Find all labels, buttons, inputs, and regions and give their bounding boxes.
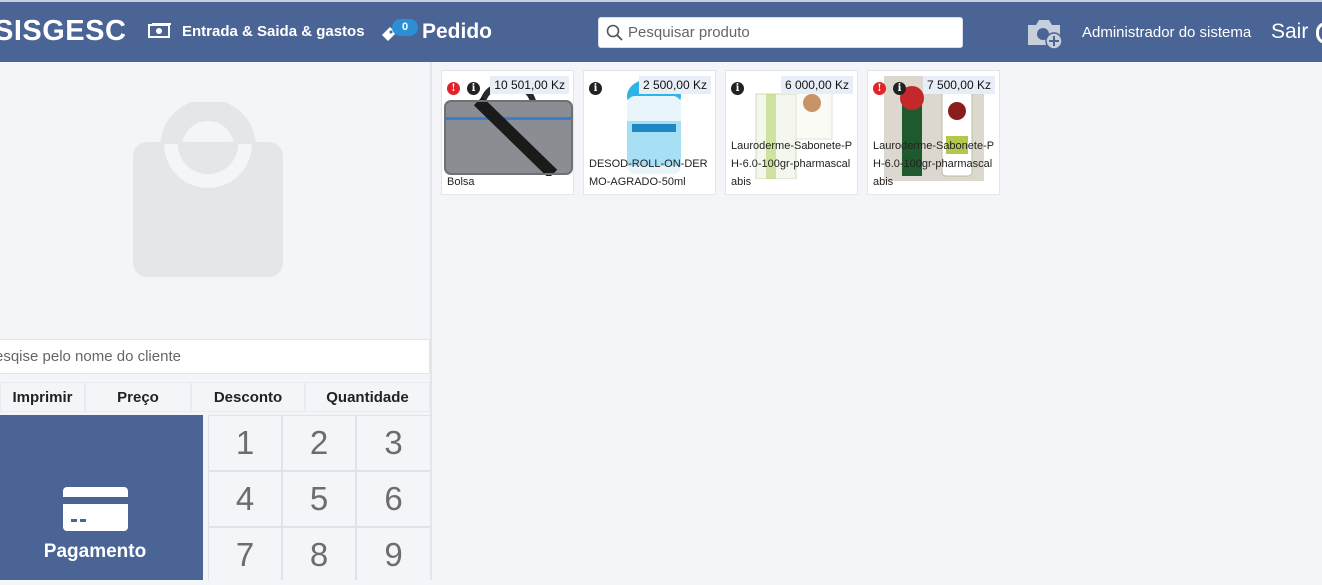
entrada-saida-gastos-button[interactable]: Entrada & Saida & gastos [148,22,365,40]
logout-button[interactable]: Sair [1271,20,1308,44]
numpad-key-7[interactable]: 7 [209,528,281,585]
numpad-key-2[interactable]: 2 [283,416,355,470]
product-name: Lauroderme-Sabonete-PH-6.0-100gr-pharmas… [873,140,995,188]
info-icon[interactable]: i [467,82,480,95]
money-icon [148,23,171,38]
product-image [444,83,573,176]
logout-icon[interactable] [1316,22,1322,44]
info-icon[interactable]: i [893,82,906,95]
product-name: Lauroderme-Sabonete-PH-6.0-100gr-pharmas… [731,140,853,188]
numpad-key-1[interactable]: 1 [209,416,281,470]
client-search-input[interactable] [0,348,415,365]
cart-panel: Imprimir Preço Desconto Quantidade Pagam… [0,62,432,585]
numpad-key-3[interactable]: 3 [357,416,430,470]
credit-card-icon [63,487,128,531]
pedido-button[interactable]: 0 Pedido [380,19,493,44]
product-price: 2 500,00 Kz [638,76,711,94]
pedido-label: Pedido [422,20,493,43]
tab-imprimir[interactable]: Imprimir [0,382,85,412]
product-card[interactable]: ! i 10 501,00 Kz Bolsa [441,70,574,195]
tab-quantidade[interactable]: Quantidade [305,382,430,412]
entrada-saida-gastos-label: Entrada & Saida & gastos [182,22,365,40]
product-price: 10 501,00 Kz [490,76,569,94]
product-price: 6 000,00 Kz [780,76,853,94]
numpad-key-5[interactable]: 5 [283,472,355,526]
numpad-key-4[interactable]: 4 [209,472,281,526]
product-price: 7 500,00 Kz [922,76,995,94]
product-card[interactable]: i 2 500,00 Kz DESOD-ROLL-ON-DERMO-AGRADO… [583,70,716,195]
top-navbar: SISGESC Entrada & Saida & gastos 0 Pedid… [0,0,1322,62]
product-search-input[interactable] [628,24,948,41]
client-search[interactable] [0,339,430,374]
tab-desconto[interactable]: Desconto [191,382,305,412]
product-card[interactable]: ! i 7 500,00 Kz Lauroderme-Sabonete-PH-6… [867,70,1000,195]
product-name: Bolsa [447,176,475,188]
numpad-key-9[interactable]: 9 [357,528,430,585]
user-name[interactable]: Administrador do sistema [1082,24,1251,41]
payment-label: Pagamento [43,541,147,562]
payment-button[interactable]: Pagamento [0,415,203,580]
numpad: 1 2 3 4 5 6 7 8 9 [208,415,430,585]
search-icon [606,24,623,41]
warning-icon[interactable]: ! [447,82,460,95]
numpad-key-6[interactable]: 6 [357,472,430,526]
tab-preco[interactable]: Preço [85,382,191,412]
warning-icon[interactable]: ! [873,82,886,95]
product-name: DESOD-ROLL-ON-DERMO-AGRADO-50ml [589,158,708,188]
numpad-key-8[interactable]: 8 [283,528,355,585]
product-search[interactable] [598,17,963,48]
info-icon[interactable]: i [589,82,602,95]
tag-icon: 0 [380,19,418,43]
camera-add-icon[interactable] [1025,16,1063,50]
pedido-count-badge: 0 [392,19,418,36]
product-card[interactable]: i 6 000,00 Kz Lauroderme-Sabonete-PH-6.0… [725,70,858,195]
action-tabs: Imprimir Preço Desconto Quantidade [0,382,430,412]
info-icon[interactable]: i [731,82,744,95]
shopping-bag-icon [133,102,283,277]
brand-logo[interactable]: SISGESC [0,15,126,48]
product-grid: ! i 10 501,00 Kz Bolsa i 2 500,00 Kz DES… [441,70,1000,195]
